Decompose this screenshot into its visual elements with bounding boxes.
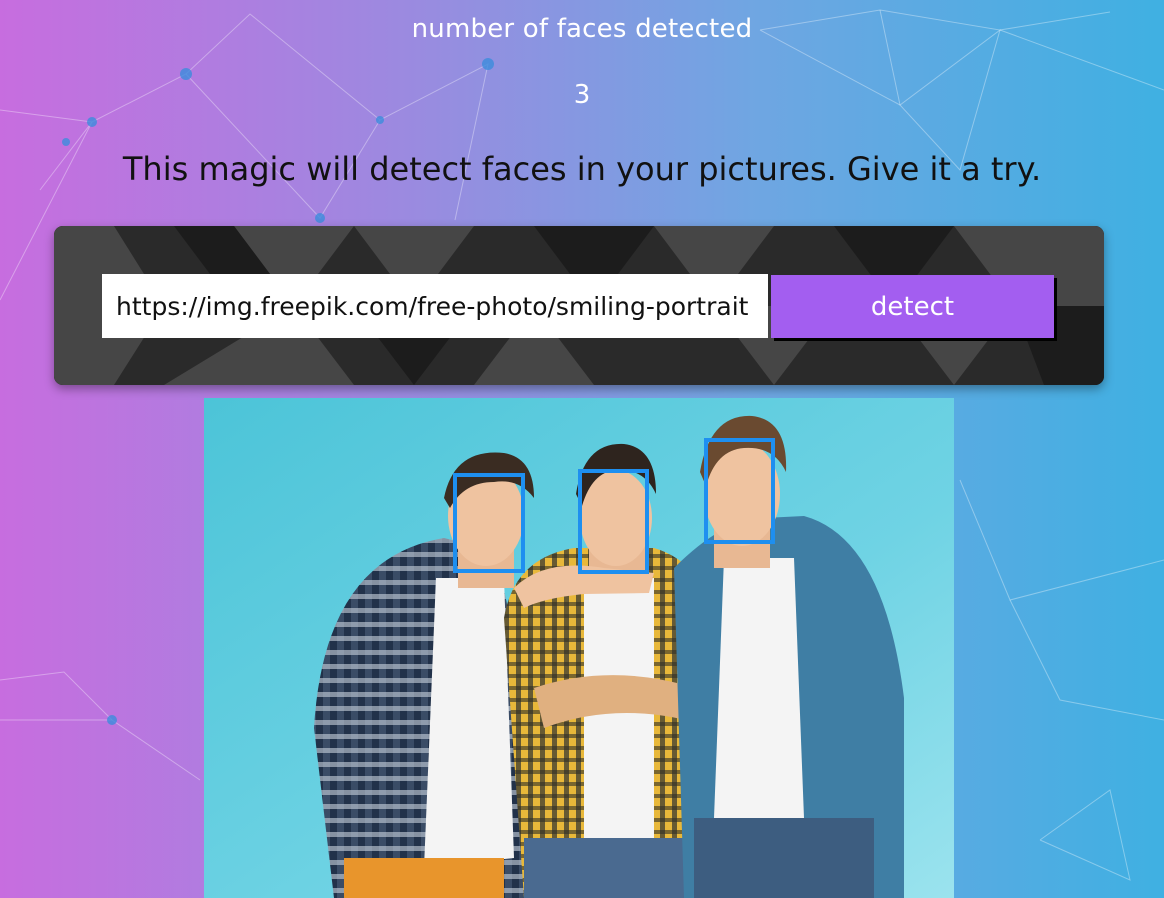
image-url-input[interactable] — [102, 274, 768, 338]
page-tagline: This magic will detect faces in your pic… — [122, 150, 1042, 188]
faces-detected-count: 3 — [573, 80, 591, 110]
face-box-right — [704, 438, 775, 544]
result-photo — [204, 398, 954, 898]
detect-button[interactable]: detect — [771, 275, 1054, 338]
faces-detected-label: number of faces detected — [411, 14, 753, 44]
face-box-left — [453, 473, 525, 573]
face-box-middle — [578, 469, 649, 574]
